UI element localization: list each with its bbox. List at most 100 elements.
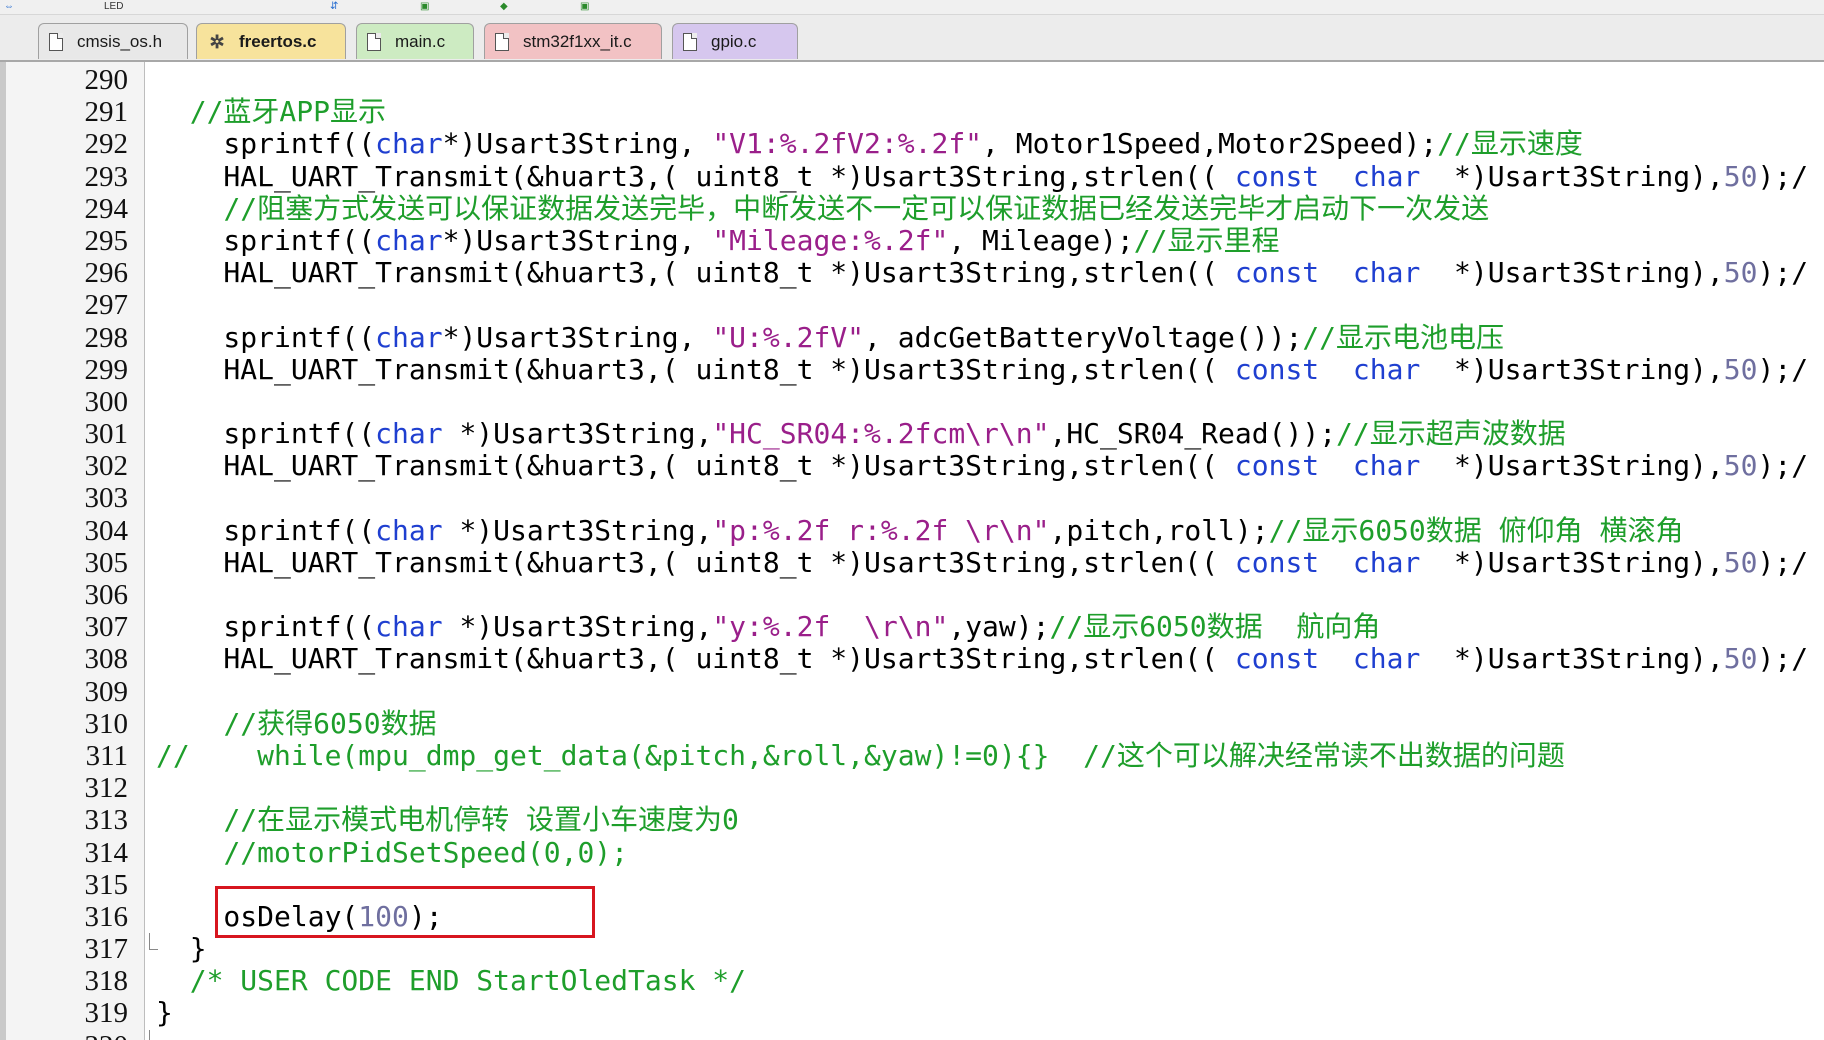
- download-icon[interactable]: ⇵: [330, 0, 338, 12]
- tab-stm32f1xx-it-c[interactable]: stm32f1xx_it.c: [484, 23, 662, 59]
- file-icon: [367, 32, 381, 51]
- code-text: HAL_UART_Transmit(&huart3,( uint8_t *)Us…: [156, 256, 1809, 290]
- code-text: HAL_UART_Transmit(&huart3,( uint8_t *)Us…: [156, 642, 1809, 676]
- line-number: 311: [85, 739, 128, 772]
- line-number: 293: [84, 160, 129, 193]
- tab-label: gpio.c: [711, 31, 757, 51]
- code-text: sprintf((char*)Usart3String, "U:%.2fV", …: [156, 320, 1505, 354]
- line-number: 291: [84, 96, 129, 129]
- debug-icon[interactable]: ◆: [500, 0, 508, 12]
- tab-label: freertos.c: [239, 31, 317, 51]
- tab-label: stm32f1xx_it.c: [523, 31, 632, 51]
- file-icon: [683, 32, 697, 51]
- code-line[interactable]: 295 sprintf((char*)Usart3String, "Mileag…: [0, 223, 1824, 257]
- line-number: 317: [84, 933, 129, 966]
- code-text: sprintf((char*)Usart3String, "Mileage:%.…: [156, 223, 1280, 257]
- settings-icon[interactable]: ▣: [580, 0, 589, 12]
- code-line[interactable]: 314 //motorPidSetSpeed(0,0);: [0, 835, 1824, 869]
- file-icon: [49, 32, 63, 51]
- tab-cmsis-os-h[interactable]: cmsis_os.h: [38, 23, 188, 59]
- code-line[interactable]: 296 HAL_UART_Transmit(&huart3,( uint8_t …: [0, 256, 1824, 290]
- code-text: HAL_UART_Transmit(&huart3,( uint8_t *)Us…: [156, 449, 1809, 483]
- code-line[interactable]: 319}: [0, 997, 1824, 1030]
- line-number: 305: [84, 546, 129, 579]
- code-text: //蓝牙APP显示: [189, 95, 387, 129]
- target-select[interactable]: LED: [104, 0, 123, 12]
- line-number: 295: [84, 224, 129, 257]
- code-line[interactable]: 310 //获得6050数据: [0, 706, 1824, 740]
- code-line[interactable]: 307 sprintf((char *)Usart3String,"y:%.2f…: [0, 610, 1824, 644]
- line-number: 304: [84, 514, 129, 547]
- line-number: 307: [84, 611, 129, 644]
- file-icon: [495, 32, 509, 51]
- code-line[interactable]: 298 sprintf((char*)Usart3String, "U:%.2f…: [0, 320, 1824, 354]
- line-number: 309: [84, 675, 129, 708]
- line-number: 290: [84, 64, 129, 96]
- line-number: 294: [84, 192, 129, 225]
- code-text: HAL_UART_Transmit(&huart3,( uint8_t *)Us…: [156, 352, 1809, 386]
- line-number: 310: [84, 707, 129, 740]
- code-line[interactable]: 305 HAL_UART_Transmit(&huart3,( uint8_t …: [0, 545, 1824, 579]
- code-text: sprintf((char *)Usart3String,"HC_SR04:%.…: [156, 417, 1566, 451]
- line-number: 314: [84, 836, 129, 869]
- line-number: 301: [84, 418, 129, 451]
- code-line[interactable]: 293 HAL_UART_Transmit(&huart3,( uint8_t …: [0, 159, 1824, 193]
- file-tab-bar: cmsis_os.h ✲ freertos.c main.c stm32f1xx…: [0, 15, 1824, 62]
- line-number: 312: [84, 772, 129, 805]
- code-line[interactable]: 302 HAL_UART_Transmit(&huart3,( uint8_t …: [0, 449, 1824, 483]
- line-number: 320: [0, 1030, 129, 1040]
- fold-marker[interactable]: [149, 933, 158, 951]
- code-line[interactable]: 313 //在显示模式电机停转 设置小车速度为0: [0, 803, 1824, 837]
- toolbar: ⇔ LED ⇵ ▣ ◆ ▣: [0, 0, 1824, 15]
- code-line[interactable]: 291 //蓝牙APP显示: [0, 95, 1824, 129]
- line-number: 299: [84, 353, 129, 386]
- toolbar-icons-left[interactable]: ⇔: [4, 0, 14, 12]
- line-number: 306: [84, 579, 129, 611]
- code-line[interactable]: 292 sprintf((char*)Usart3String, "V1:%.2…: [0, 127, 1824, 161]
- code-line[interactable]: 300: [0, 386, 1824, 418]
- highlight-box: [215, 886, 595, 938]
- code-line[interactable]: 320: [0, 1029, 1824, 1040]
- tab-label: main.c: [395, 31, 446, 51]
- build-icon[interactable]: ⇔: [4, 1, 14, 12]
- tab-main-c[interactable]: main.c: [356, 23, 474, 59]
- line-number: 308: [84, 643, 129, 676]
- code-text: HAL_UART_Transmit(&huart3,( uint8_t *)Us…: [156, 159, 1809, 193]
- tab-gpio-c[interactable]: gpio.c: [672, 23, 798, 59]
- fold-marker[interactable]: [149, 1029, 158, 1040]
- line-number: 303: [84, 482, 129, 515]
- code-text: //获得6050数据: [223, 706, 437, 740]
- code-line[interactable]: 301 sprintf((char *)Usart3String,"HC_SR0…: [0, 417, 1824, 451]
- code-line[interactable]: 306: [0, 579, 1824, 611]
- options-icon[interactable]: ▣: [420, 0, 429, 12]
- code-line[interactable]: 297: [0, 289, 1824, 321]
- tab-freertos-c[interactable]: ✲ freertos.c: [196, 23, 346, 59]
- code-line[interactable]: 303: [0, 482, 1824, 514]
- code-line[interactable]: 304 sprintf((char *)Usart3String,"p:%.2f…: [0, 513, 1824, 547]
- code-editor[interactable]: 290 291 //蓝牙APP显示 292 sprintf((char*)Usart…: [0, 62, 1824, 1040]
- code-text: //阻塞方式发送可以保证数据发送完毕，中断发送不一定可以保证数据已经发送完毕才启…: [223, 191, 1490, 225]
- line-number: 302: [84, 450, 129, 483]
- code-text: //motorPidSetSpeed(0,0);: [223, 835, 629, 869]
- line-number: 298: [84, 321, 129, 354]
- code-text: sprintf((char *)Usart3String,"p:%.2f r:%…: [156, 513, 1684, 547]
- code-line[interactable]: 290: [0, 64, 1824, 96]
- code-line[interactable]: 312: [0, 772, 1824, 804]
- code-text: // while(mpu_dmp_get_data(&pitch,&roll,&…: [156, 738, 1565, 772]
- code-line[interactable]: 309: [0, 676, 1824, 708]
- code-line[interactable]: 318 /* USER CODE END StartOledTask */: [0, 965, 1824, 998]
- line-number: 292: [84, 128, 129, 161]
- tab-label: cmsis_os.h: [77, 31, 163, 51]
- line-number: 319: [84, 997, 129, 1030]
- code-text: sprintf((char*)Usart3String, "V1:%.2fV2:…: [156, 127, 1583, 161]
- line-number: 300: [84, 385, 129, 418]
- code-line[interactable]: 299 HAL_UART_Transmit(&huart3,( uint8_t …: [0, 352, 1824, 386]
- code-line[interactable]: 311 // while(mpu_dmp_get_data(&pitch,&rol…: [0, 738, 1824, 772]
- line-number: 318: [84, 965, 129, 998]
- line-number: 297: [84, 289, 129, 322]
- code-text: HAL_UART_Transmit(&huart3,( uint8_t *)Us…: [156, 545, 1809, 579]
- target-select-value: LED: [104, 0, 124, 12]
- code-text: //在显示模式电机停转 设置小车速度为0: [223, 803, 739, 837]
- code-line[interactable]: 294 //阻塞方式发送可以保证数据发送完毕，中断发送不一定可以保证数据已经发送…: [0, 191, 1824, 225]
- code-line[interactable]: 308 HAL_UART_Transmit(&huart3,( uint8_t …: [0, 642, 1824, 676]
